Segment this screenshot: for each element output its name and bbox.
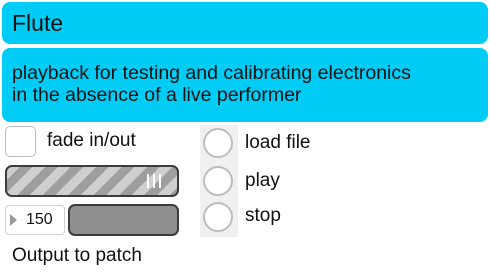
number-box-arrow-icon [10, 214, 17, 226]
number-box-value: 150 [26, 211, 53, 228]
fade-toggle-checkbox[interactable] [5, 126, 36, 157]
description-line-2: in the absence of a live performer [12, 84, 302, 106]
play-label: play [245, 170, 280, 191]
stop-label: stop [245, 205, 281, 226]
description-panel: playback for testing and calibrating ele… [2, 48, 488, 122]
level-meter [68, 204, 179, 236]
output-label: Output to patch [12, 245, 142, 266]
play-button[interactable] [203, 166, 233, 196]
slider-handle-icon[interactable] [147, 174, 161, 188]
stop-button[interactable] [203, 202, 233, 232]
fade-toggle-label: fade in/out [47, 130, 136, 151]
patcher-window: Flute playback for testing and calibrati… [0, 0, 490, 274]
title-panel: Flute [2, 2, 488, 44]
description-line-1: playback for testing and calibrating ele… [12, 62, 411, 84]
number-box[interactable]: 150 [5, 205, 65, 235]
load-file-button[interactable] [203, 128, 233, 158]
load-file-label: load file [245, 132, 311, 153]
page-title: Flute [12, 9, 64, 36]
gain-slider[interactable] [5, 165, 179, 197]
